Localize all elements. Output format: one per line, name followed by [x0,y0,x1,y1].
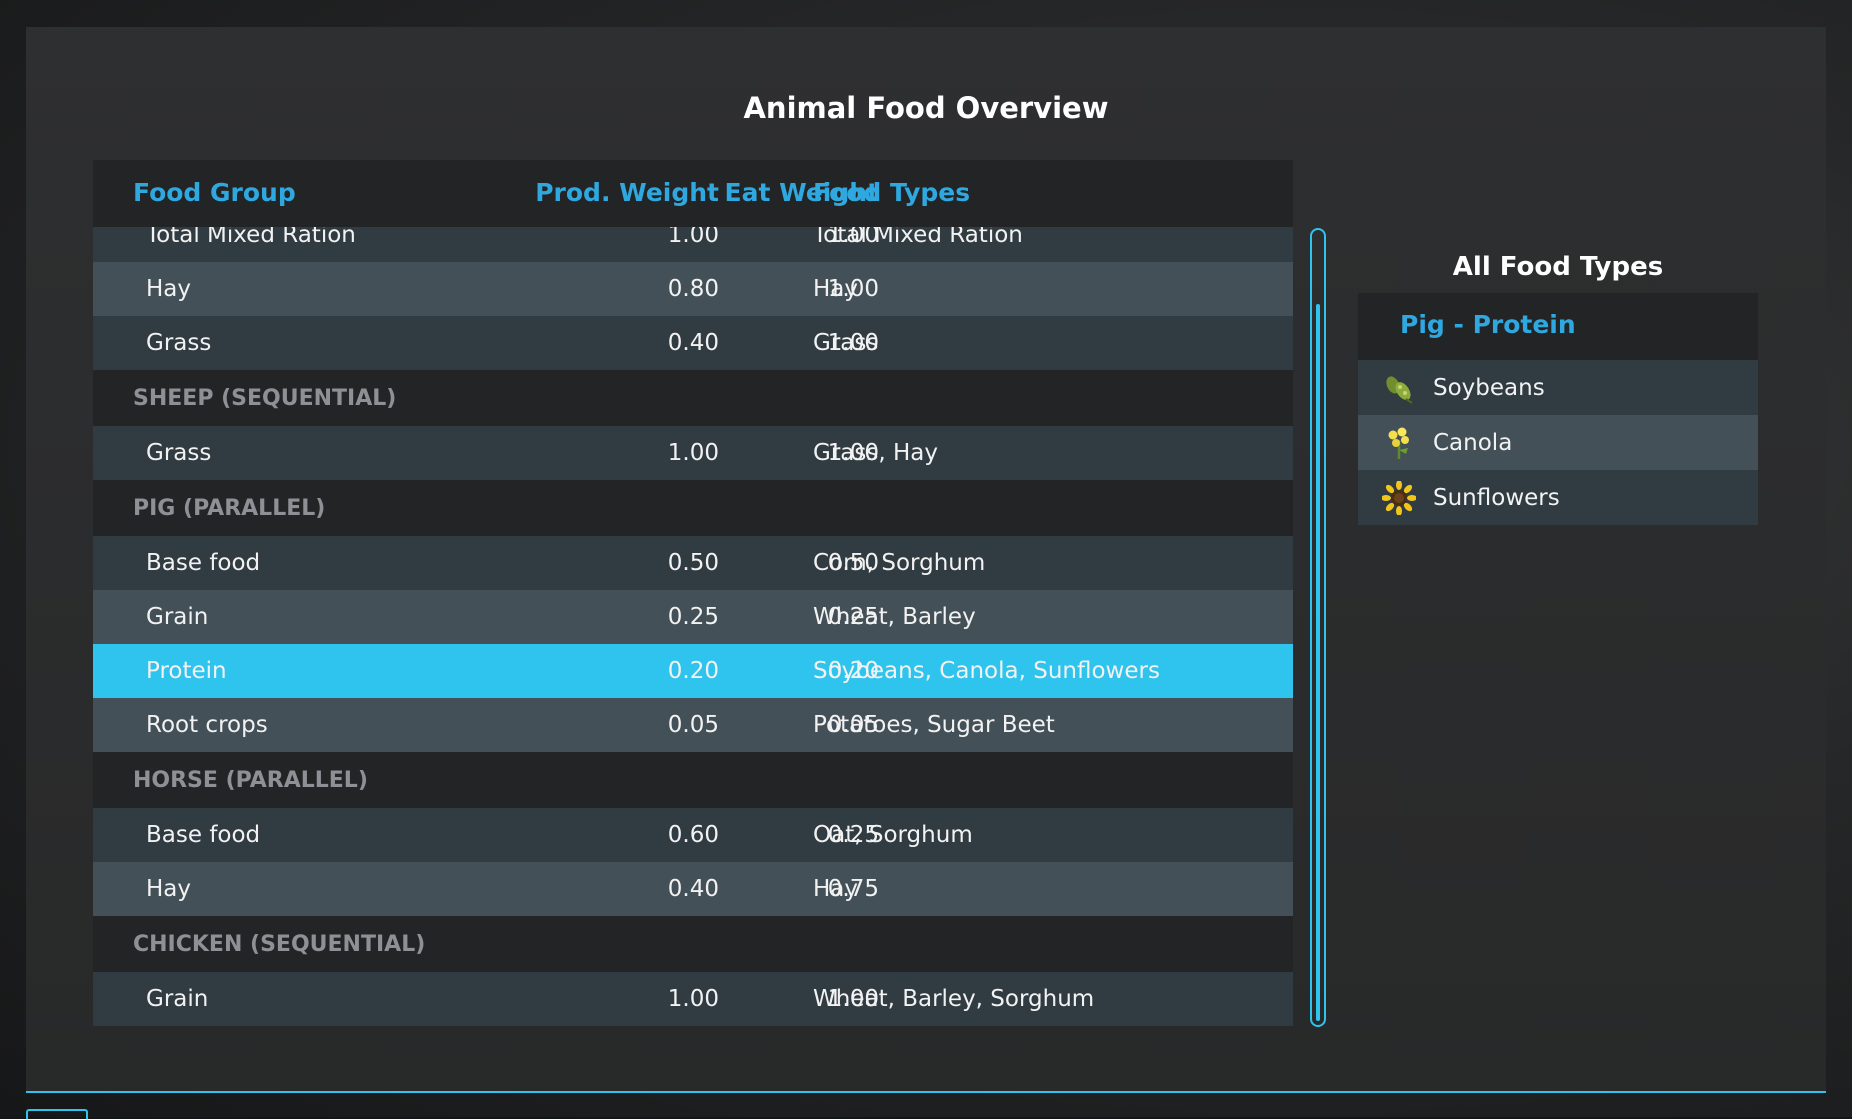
bottom-tab[interactable] [26,1109,88,1119]
prod-weight-cell: 0.25 [667,604,719,630]
table-row[interactable]: Total Mixed Ration 1.00 1.00 Total Mixed Ra… [93,227,1293,262]
food-types-cell: Potatoes, Sugar Beet [813,712,1055,738]
table-row[interactable]: Hay 0.80 1.00 Hay [93,262,1293,316]
section-label: CHICKEN (SEQUENTIAL) [133,931,426,957]
food-types-cell: Oat, Sorghum [813,822,973,848]
food-types-cell: Hay [813,276,859,302]
food-types-cell: Hay [813,876,859,902]
table-scrollbar[interactable] [1310,228,1326,1027]
food-types-cell: Soybeans, Canola, Sunflowers [813,658,1160,684]
prod-weight-cell: 0.05 [667,712,719,738]
prod-weight-cell: 0.20 [667,658,719,684]
prod-weight-cell: 0.80 [667,276,719,302]
food-types-cell: Grass, Hay [813,440,938,466]
prod-weight-cell: 1.00 [667,227,719,248]
column-header-food-types: Food Types [813,178,971,207]
prod-weight-cell: 1.00 [667,986,719,1012]
column-header-food-group: Food Group [133,178,296,207]
food-group-cell: Protein [146,658,227,684]
food-group-cell: Base food [146,822,261,848]
all-food-types-title: All Food Types [1452,252,1664,282]
section-header: CHICKEN (SEQUENTIAL) [93,916,1293,972]
prod-weight-cell: 0.40 [667,330,719,356]
section-header: HORSE (PARALLEL) [93,752,1293,808]
food-type-list: Soybeans Canola Sunflowers [1358,360,1758,525]
food-type-item[interactable]: Sunflowers [1358,470,1758,525]
food-group-cell: Base food [146,550,261,576]
table-row[interactable]: Base food 0.60 0.25 Oat, Sorghum [93,808,1293,862]
food-types-cell: Grass [813,330,879,356]
food-type-item[interactable]: Soybeans [1358,360,1758,415]
prod-weight-cell: 0.40 [667,876,719,902]
bottom-divider [26,1091,1826,1093]
table-rows: Total Mixed Ration 1.00 1.00 Total Mixed Ra… [93,227,1293,1026]
food-types-cell: Total Mixed Ration [813,227,1023,248]
soybeans-icon [1382,371,1416,405]
food-types-cell: Wheat, Barley [813,604,976,630]
food-type-item[interactable]: Canola [1358,415,1758,470]
section-header: PIG (PARALLEL) [93,480,1293,536]
food-group-cell: Grain [146,986,209,1012]
food-group-table[interactable]: Total Mixed Ration 1.00 1.00 Total Mixed Ra… [93,227,1293,1027]
table-header: Food Group Prod. Weight Eat Weight Food … [93,160,1293,227]
section-label: HORSE (PARALLEL) [133,767,368,793]
dialog-title: Animal Food Overview [743,91,1109,125]
column-header-prod-weight: Prod. Weight [535,178,719,207]
selected-group-label: Pig - Protein [1400,310,1576,339]
food-group-cell: Hay [146,876,192,902]
prod-weight-cell: 0.60 [667,822,719,848]
table-row[interactable]: Hay 0.40 0.75 Hay [93,862,1293,916]
food-group-cell: Grain [146,604,209,630]
food-group-cell: Total Mixed Ration [146,227,356,248]
table-row[interactable]: Grass 0.40 1.00 Grass [93,316,1293,370]
table-row[interactable]: Grain 1.00 1.00 Wheat, Barley, Sorghum [93,972,1293,1026]
food-group-cell: Hay [146,276,192,302]
table-row-selected[interactable]: Protein 0.20 0.20 Soybeans, Canola, Sunflow… [93,644,1293,698]
food-types-cell: Corn, Sorghum [813,550,986,576]
section-label: PIG (PARALLEL) [133,495,326,521]
section-header: SHEEP (SEQUENTIAL) [93,370,1293,426]
food-type-label: Sunflowers [1433,484,1560,511]
section-label: SHEEP (SEQUENTIAL) [133,385,397,411]
scrollbar-thumb[interactable] [1316,304,1320,1021]
food-types-cell: Wheat, Barley, Sorghum [813,986,1095,1012]
food-group-cell: Grass [146,330,212,356]
food-group-cell: Grass [146,440,212,466]
table-row[interactable]: Grain 0.25 0.25 Wheat, Barley [93,590,1293,644]
food-type-label: Canola [1433,429,1513,456]
table-row[interactable]: Root crops 0.05 0.05 Potatoes, Sugar Beet [93,698,1293,752]
prod-weight-cell: 0.50 [667,550,719,576]
selected-group-header: Pig - Protein [1358,293,1758,360]
table-row[interactable]: Base food 0.50 0.50 Corn, Sorghum [93,536,1293,590]
food-group-cell: Root crops [146,712,268,738]
canola-icon [1382,426,1416,460]
food-type-label: Soybeans [1433,374,1545,401]
prod-weight-cell: 1.00 [667,440,719,466]
sunflowers-icon [1381,480,1417,516]
table-row[interactable]: Grass 1.00 1.00 Grass, Hay [93,426,1293,480]
